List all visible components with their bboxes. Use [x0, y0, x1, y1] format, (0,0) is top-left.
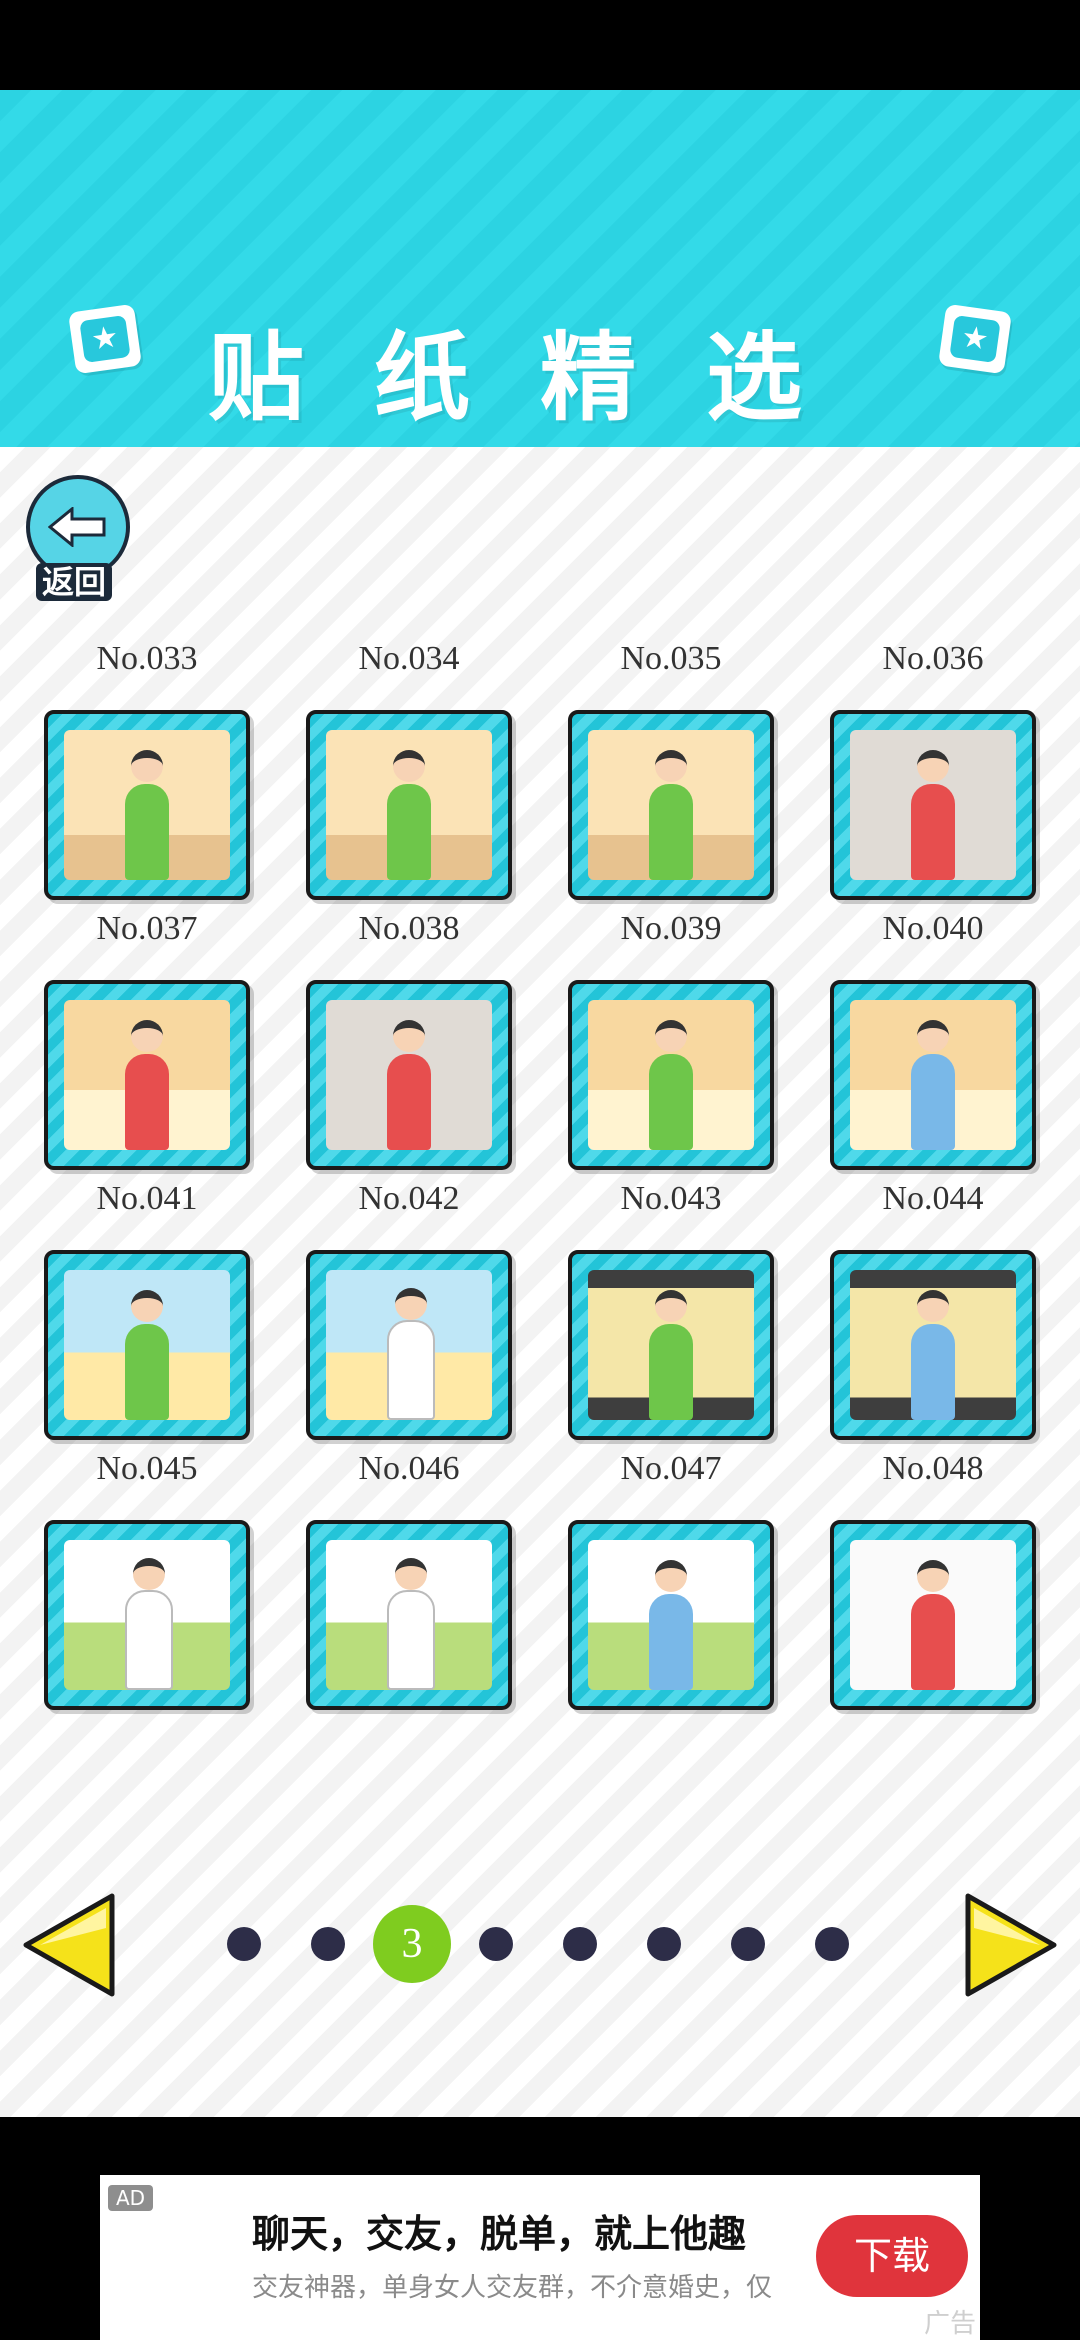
page-dot[interactable]	[311, 1927, 345, 1961]
page-dot[interactable]	[227, 1927, 261, 1961]
character-figure	[125, 1020, 169, 1150]
triangle-right-icon[interactable]	[960, 1890, 1060, 2000]
sticker-label: No.033	[96, 640, 198, 677]
sticker-thumbnail[interactable]	[44, 980, 250, 1170]
sticker-thumbnail[interactable]	[44, 710, 250, 900]
sticker-label: No.037	[96, 910, 198, 947]
sticker-thumbnail[interactable]	[44, 1250, 250, 1440]
sticker-image	[588, 1540, 754, 1690]
download-button[interactable]: 下载	[816, 2215, 968, 2297]
character-figure	[911, 1560, 955, 1690]
sticker-label: No.040	[882, 910, 984, 947]
sticker-label: No.038	[358, 910, 460, 947]
page-dot[interactable]	[647, 1927, 681, 1961]
page-dot-active[interactable]: 3	[373, 1905, 451, 1983]
sticker-label: No.039	[620, 910, 722, 947]
sticker-thumbnail[interactable]	[830, 1250, 1036, 1440]
character-figure	[387, 1020, 431, 1150]
pagination: 3	[0, 1890, 1080, 2000]
sticker-thumbnail[interactable]	[568, 1250, 774, 1440]
character-figure	[911, 750, 955, 880]
sticker-label: No.046	[358, 1450, 460, 1487]
character-figure	[911, 1290, 955, 1420]
back-button[interactable]: 返回	[26, 475, 136, 605]
character-figure	[649, 750, 693, 880]
sticker-image	[64, 1540, 230, 1690]
sticker-image	[850, 1270, 1016, 1420]
character-figure	[125, 1558, 173, 1690]
character-figure	[649, 1560, 693, 1690]
sticker-label: No.048	[882, 1450, 984, 1487]
sticker-thumbnail[interactable]	[830, 980, 1036, 1170]
sticker-image	[850, 730, 1016, 880]
page-title: 贴纸精选	[208, 322, 872, 434]
ad-banner[interactable]: AD 聊天，交友，脱单，就上他趣 交友神器，单身女人交友群，不介意婚史，仅 下载…	[100, 2175, 980, 2340]
sticker-label: No.036	[882, 640, 984, 677]
sticker-image	[588, 1270, 754, 1420]
ad-title: 聊天，交友，脱单，就上他趣	[252, 2212, 747, 2256]
character-figure	[387, 1288, 435, 1420]
sticker-image	[326, 1540, 492, 1690]
ad-corner-label: 广告	[923, 2309, 976, 2339]
page-dot[interactable]	[563, 1927, 597, 1961]
sticker-image	[326, 1000, 492, 1150]
character-figure	[649, 1020, 693, 1150]
sticker-thumbnail[interactable]	[830, 1520, 1036, 1710]
sticker-thumbnail[interactable]	[830, 710, 1036, 900]
sticker-thumbnail[interactable]	[44, 1520, 250, 1710]
sticker-image	[64, 1270, 230, 1420]
ad-subtitle: 交友神器，单身女人交友群，不介意婚史，仅	[252, 2273, 773, 2303]
ad-tag: AD	[108, 2185, 154, 2211]
character-figure	[387, 750, 431, 880]
back-label: 返回	[36, 563, 113, 601]
triangle-left-icon[interactable]	[20, 1890, 120, 2000]
sticker-label: No.034	[358, 640, 460, 677]
sticker-image	[850, 1540, 1016, 1690]
sticker-thumbnail[interactable]	[306, 710, 512, 900]
sticker-image	[588, 1000, 754, 1150]
page-dot[interactable]	[731, 1927, 765, 1961]
sticker-thumbnail[interactable]	[306, 980, 512, 1170]
sticker-image	[588, 730, 754, 880]
sticker-thumbnail[interactable]	[568, 1520, 774, 1710]
sticker-image	[850, 1000, 1016, 1150]
sticker-image	[326, 730, 492, 880]
sticker-label: No.045	[96, 1450, 198, 1487]
character-figure	[649, 1290, 693, 1420]
sticker-label: No.042	[358, 1180, 460, 1217]
character-figure	[125, 1290, 169, 1420]
sticker-label: No.041	[96, 1180, 198, 1217]
sticker-image	[64, 1000, 230, 1150]
sticker-thumbnail[interactable]	[568, 980, 774, 1170]
sticker-thumbnail[interactable]	[306, 1250, 512, 1440]
page-dot[interactable]	[479, 1927, 513, 1961]
sticker-image	[326, 1270, 492, 1420]
sticker-thumbnail[interactable]	[568, 710, 774, 900]
sticker-label: No.043	[620, 1180, 722, 1217]
character-figure	[125, 750, 169, 880]
sticker-thumbnail[interactable]	[306, 1520, 512, 1710]
character-figure	[387, 1558, 435, 1690]
sticker-label: No.044	[882, 1180, 984, 1217]
sticker-label: No.047	[620, 1450, 722, 1487]
sticker-label: No.035	[620, 640, 722, 677]
page-dot[interactable]	[815, 1927, 849, 1961]
status-bar	[0, 0, 1080, 90]
sticker-image	[64, 730, 230, 880]
character-figure	[911, 1020, 955, 1150]
